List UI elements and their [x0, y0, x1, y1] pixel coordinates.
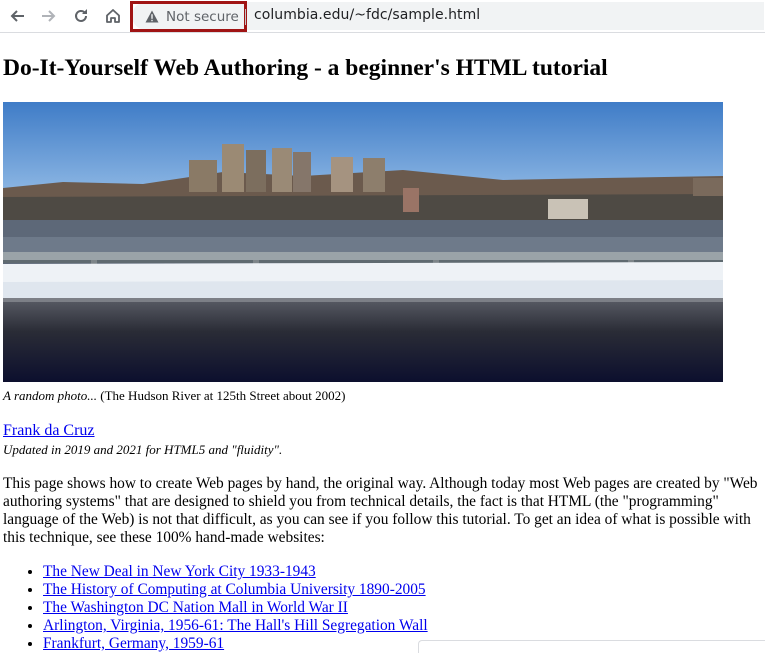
page-content: Do-It-Yourself Web Authoring - a beginne…: [3, 33, 763, 653]
caption-italic: A random photo...: [3, 388, 98, 403]
site-link[interactable]: Frankfurt, Germany, 1959-61: [43, 635, 224, 652]
warning-triangle-icon: [145, 10, 159, 23]
home-icon: [106, 9, 120, 23]
list-item: Arlington, Virginia, 1956-61: The Hall's…: [43, 617, 763, 635]
arrow-right-icon: [42, 10, 56, 22]
home-button[interactable]: [101, 4, 125, 28]
author-line: Frank da Cruz: [3, 422, 763, 440]
security-indicator[interactable]: Not secure: [130, 1, 247, 32]
caption-text: (The Hudson River at 125th Street about …: [97, 388, 346, 403]
author-link[interactable]: Frank da Cruz: [3, 422, 95, 439]
list-item: The History of Computing at Columbia Uni…: [43, 581, 763, 599]
site-link[interactable]: Arlington, Virginia, 1956-61: The Hall's…: [43, 617, 428, 634]
address-divider: [245, 9, 246, 25]
forward-button[interactable]: [37, 4, 61, 28]
corner-overlay: [418, 640, 765, 653]
list-item: The New Deal in New York City 1933-1943: [43, 563, 763, 581]
reload-icon: [75, 9, 87, 22]
back-button[interactable]: [5, 4, 29, 28]
updated-note: Updated in 2019 and 2021 for HTML5 and "…: [3, 442, 283, 457]
intro-paragraph: This page shows how to create Web pages …: [3, 475, 758, 546]
site-link[interactable]: The New Deal in New York City 1933-1943: [43, 563, 316, 580]
photo-caption: A random photo... (The Hudson River at 1…: [3, 388, 763, 404]
site-link[interactable]: The History of Computing at Columbia Uni…: [43, 581, 426, 598]
url-text[interactable]: columbia.edu/~fdc/sample.html: [254, 7, 480, 23]
reload-button[interactable]: [69, 4, 93, 28]
browser-toolbar: Not secure columbia.edu/~fdc/sample.html: [0, 0, 765, 33]
list-item: The Washington DC Nation Mall in World W…: [43, 599, 763, 617]
site-link[interactable]: The Washington DC Nation Mall in World W…: [43, 599, 348, 616]
hudson-river-photo: [3, 102, 723, 382]
page-title: Do-It-Yourself Web Authoring - a beginne…: [3, 55, 608, 81]
arrow-left-icon: [10, 10, 24, 22]
security-label: Not secure: [166, 8, 239, 25]
